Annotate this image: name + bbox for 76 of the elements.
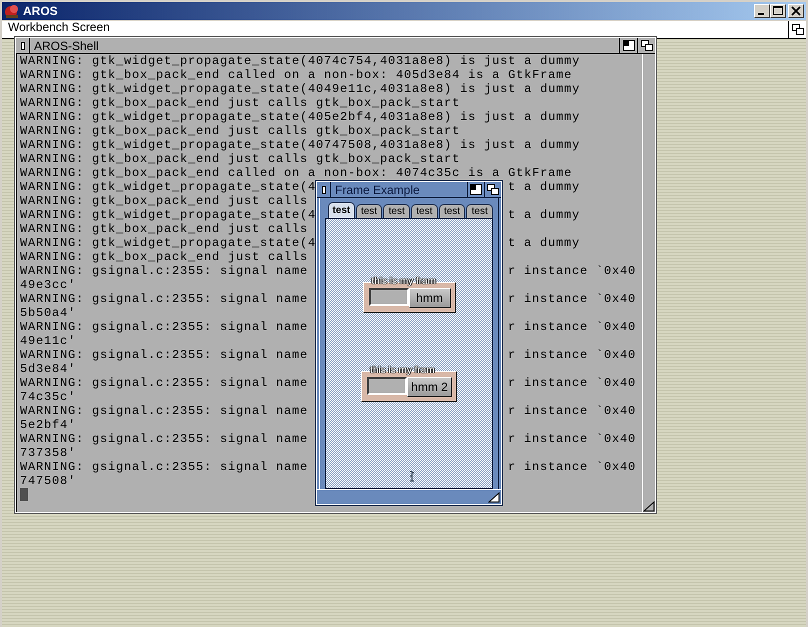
console-line: WARNING: gtk_widget_propagate_state(4	[20, 180, 316, 194]
console-line: WARNING: gtk_widget_propagate_state(4	[20, 236, 316, 250]
zoom-gadget[interactable]	[619, 38, 637, 53]
tab[interactable]: test	[328, 202, 355, 218]
window-title: AROS	[23, 4, 59, 18]
console-line: 5b50a4'	[20, 306, 76, 320]
console-line: WARNING: gsignal.c:2355: signal name	[20, 432, 308, 446]
console-line: t a dummy	[508, 180, 580, 194]
input-field[interactable]	[367, 377, 408, 395]
resize-gadget[interactable]	[488, 492, 500, 503]
console-line: 747508'	[20, 474, 76, 488]
console-line: r instance `0x40	[508, 460, 636, 474]
console-line: WARNING: gsignal.c:2355: signal name	[20, 264, 308, 278]
resize-gadget[interactable]	[643, 501, 655, 512]
depth-gadget[interactable]	[637, 38, 655, 53]
console-line: 49e11c'	[20, 334, 76, 348]
app-icon	[4, 3, 20, 19]
console-line: r instance `0x40	[508, 376, 636, 390]
maximize-icon	[773, 6, 783, 16]
pointer-icon	[409, 471, 415, 482]
console-line: WARNING: gtk_box_pack_end called on a non-box: 405d3e84 is a GtkFrame	[20, 68, 572, 82]
console-line: WARNING: gtk_widget_propagate_state(4074c754,4031a8e8) is just a dummy	[20, 54, 580, 68]
tab[interactable]: test	[411, 204, 438, 218]
window-title: AROS-Shell	[34, 38, 100, 52]
frame-label: this is my fram	[370, 365, 435, 376]
minimize-button[interactable]	[754, 4, 770, 18]
minimize-icon	[758, 12, 764, 14]
console-line: WARNING: gtk_box_pack_end called on a non-box: 4074c35c is a GtkFrame	[20, 166, 572, 180]
console-line: r instance `0x40	[508, 320, 636, 334]
console-line: WARNING: gtk_box_pack_end just calls	[20, 250, 308, 264]
console-line: WARNING: gtk_box_pack_end just calls gtk_box_pack_start	[20, 152, 460, 166]
depth-gadget[interactable]	[484, 182, 501, 197]
console-line: WARNING: gsignal.c:2355: signal name	[20, 460, 308, 474]
console-line: r instance `0x40	[508, 404, 636, 418]
console-line: WARNING: gsignal.c:2355: signal name	[20, 376, 308, 390]
frame-label: this is my fram	[372, 276, 436, 287]
console-line: 5e2bf4'	[20, 418, 76, 432]
console-line: 74c35c'	[20, 390, 76, 404]
tab[interactable]: test	[356, 204, 382, 218]
close-icon	[791, 6, 801, 16]
console-line: t a dummy	[508, 236, 580, 250]
console-line: WARNING: gtk_box_pack_end just calls	[20, 194, 308, 208]
console-line: r instance `0x40	[508, 292, 636, 306]
console-line: WARNING: gtk_widget_propagate_state(405e2bf4,4031a8e8) is just a dummy	[20, 110, 580, 124]
close-icon	[20, 42, 24, 50]
screen-title: Workbench Screen	[8, 21, 111, 34]
console-line: 49e3cc'	[20, 278, 76, 292]
console-line: r instance `0x40	[508, 348, 636, 362]
console-line: WARNING: gtk_box_pack_end just calls gtk_box_pack_start	[20, 124, 460, 138]
text-cursor	[20, 488, 28, 501]
console-line: WARNING: gtk_widget_propagate_state(40747508,4031a8e8) is just a dummy	[20, 138, 580, 152]
tab[interactable]: test	[438, 204, 466, 218]
maximize-button[interactable]	[770, 4, 786, 18]
close-icon	[322, 186, 326, 194]
console-line: WARNING: gtk_box_pack_end just calls	[20, 222, 308, 236]
console-line: WARNING: gtk_widget_propagate_state(4	[20, 208, 316, 222]
console-line: WARNING: gsignal.c:2355: signal name	[20, 320, 308, 334]
frame-button[interactable]: hmm	[408, 288, 450, 308]
zoom-gadget[interactable]	[467, 182, 484, 197]
tab[interactable]: test	[383, 204, 410, 218]
console-line: WARNING: gsignal.c:2355: signal name	[20, 348, 308, 362]
console-line: WARNING: gsignal.c:2355: signal name	[20, 292, 308, 306]
window-title: Frame Example	[335, 182, 421, 196]
tab[interactable]: test	[466, 204, 494, 218]
console-line: r instance `0x40	[508, 432, 636, 446]
depth-gadget[interactable]	[788, 21, 806, 38]
console-line: r instance `0x40	[508, 264, 636, 278]
frame-button[interactable]: hmm 2	[407, 377, 452, 397]
console-line: WARNING: gsignal.c:2355: signal name	[20, 404, 308, 418]
console-line: WARNING: gtk_box_pack_end just calls gtk_box_pack_start	[20, 96, 460, 110]
console-line: 5d3e84'	[20, 362, 76, 376]
close-button[interactable]	[788, 4, 804, 18]
console-line: WARNING: gtk_widget_propagate_state(4049e11c,4031a8e8) is just a dummy	[20, 82, 580, 96]
input-field[interactable]	[368, 288, 408, 306]
console-line: 737358'	[20, 446, 76, 460]
console-line: t a dummy	[508, 208, 580, 222]
